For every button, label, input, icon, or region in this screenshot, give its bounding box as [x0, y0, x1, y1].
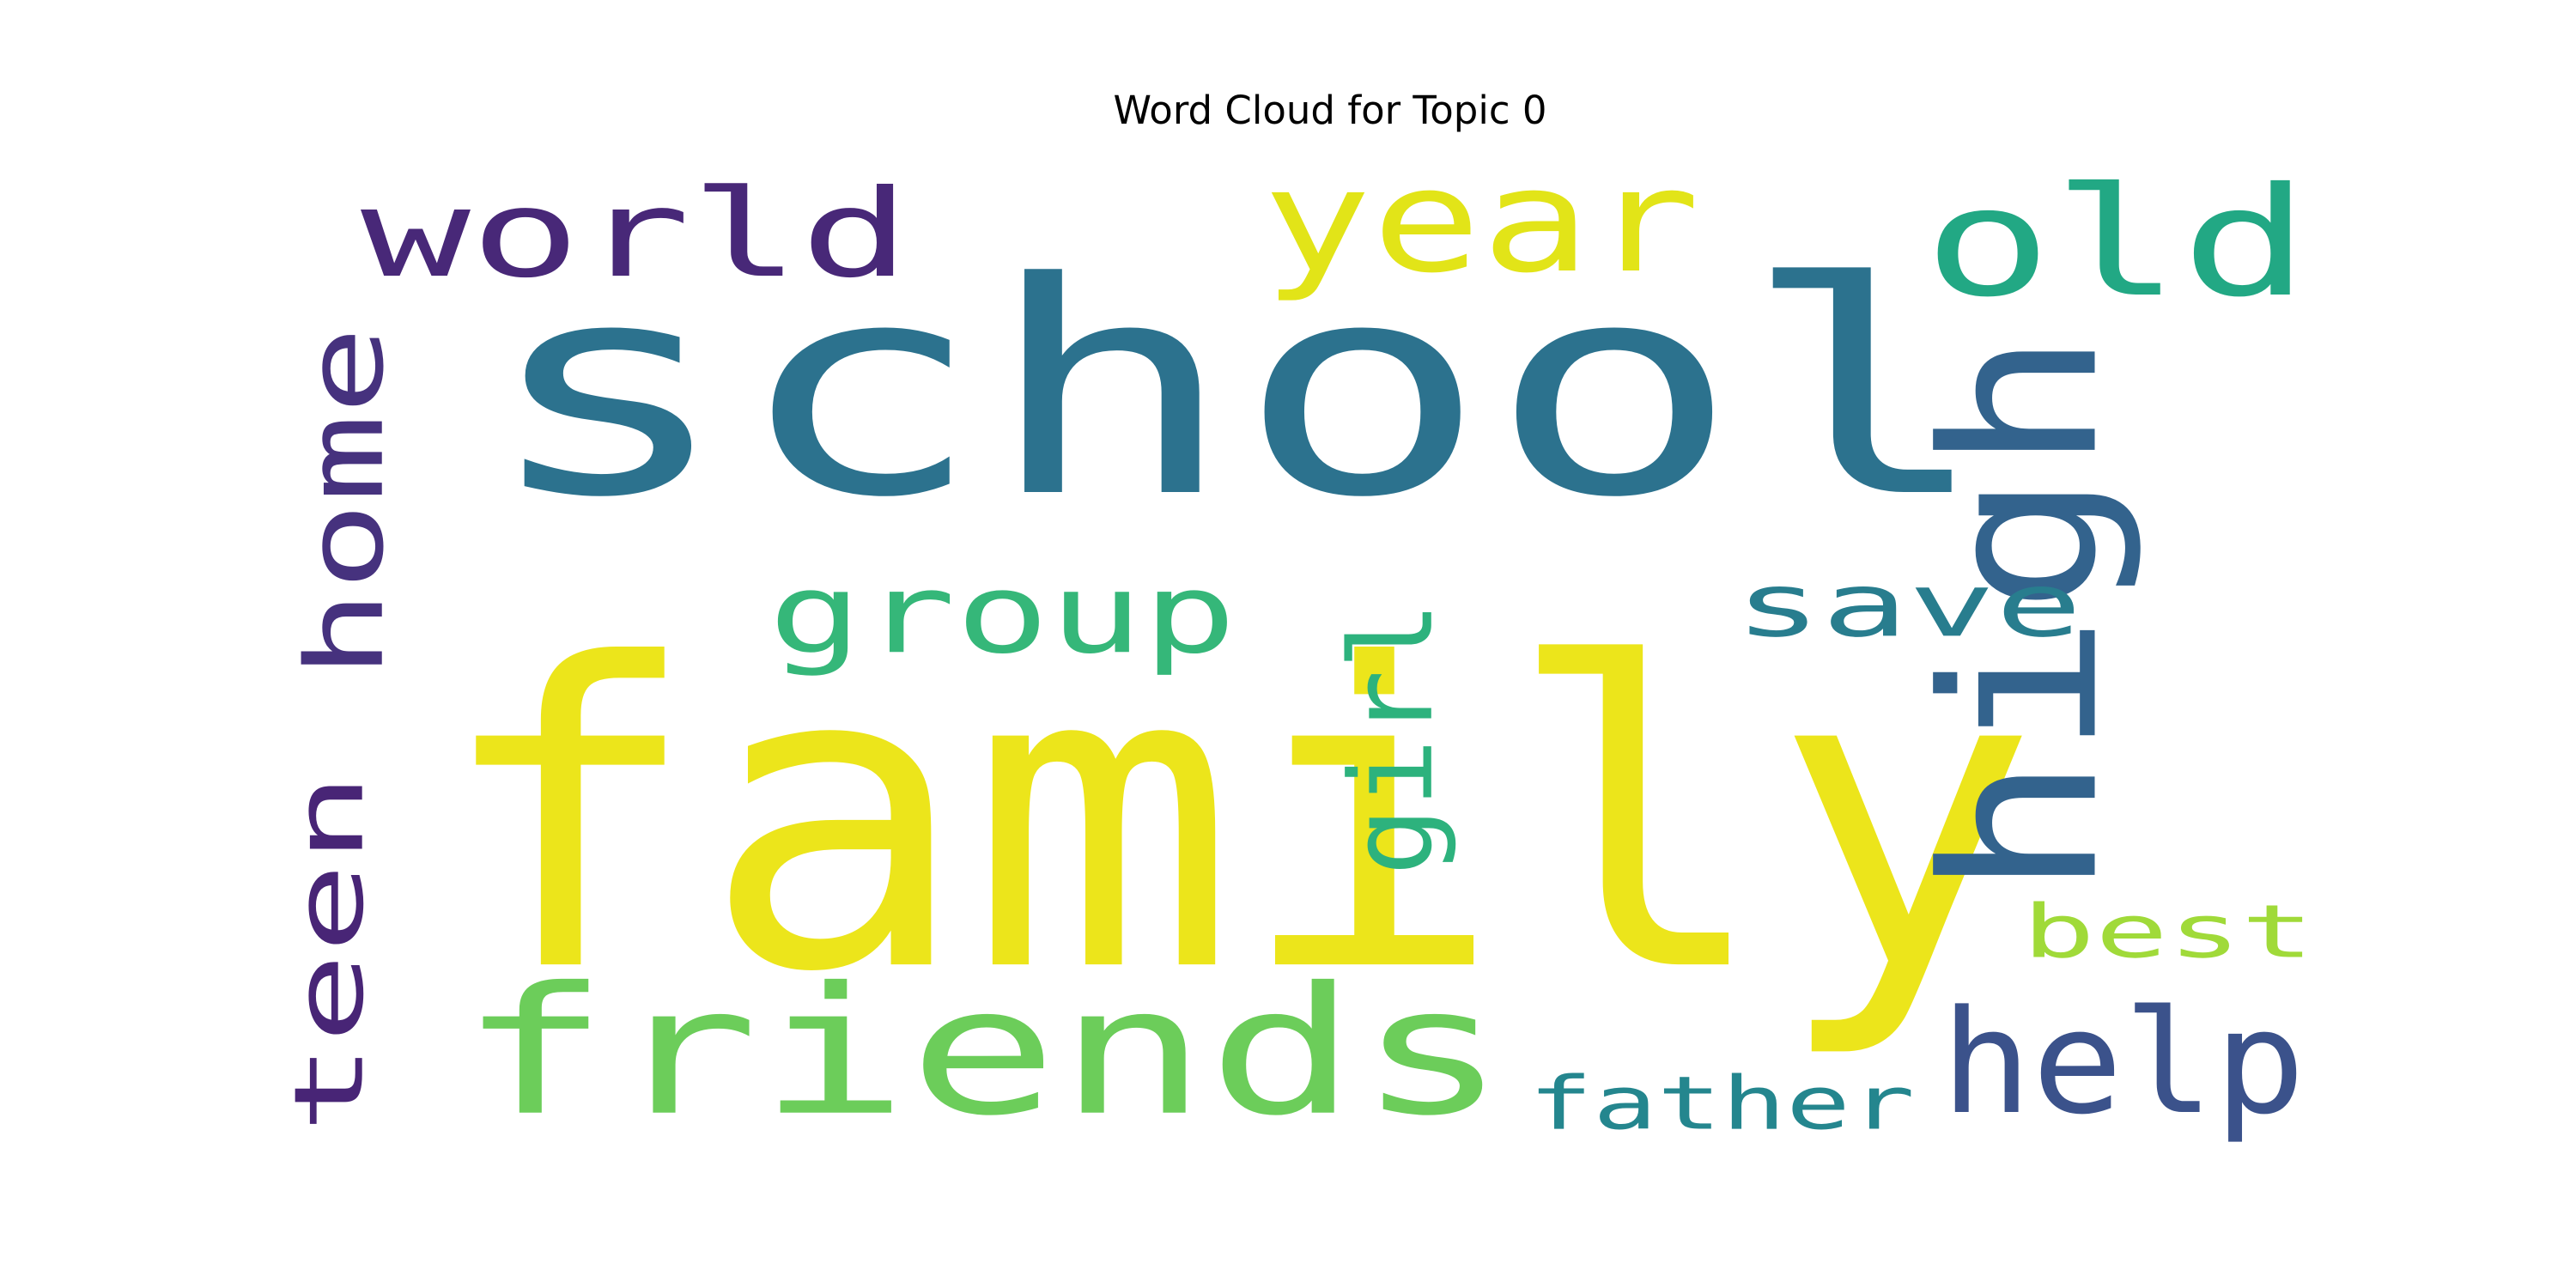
- word-group: group: [769, 550, 1236, 678]
- word-father: father: [1528, 1061, 1915, 1146]
- figure: Word Cloud for Topic 0 school family frien…: [0, 0, 2576, 1288]
- word-teen: teen: [274, 773, 385, 1133]
- word-home: home: [284, 326, 408, 678]
- word-old: old: [1923, 155, 2310, 330]
- word-save: save: [1735, 554, 2082, 656]
- word-best: best: [2022, 889, 2314, 975]
- word-year: year: [1262, 137, 1700, 304]
- word-friends: friends: [459, 950, 1507, 1155]
- word-help: help: [1941, 981, 2306, 1146]
- word-cloud: schoolfamilyfriendsworld year oldhighhome g…: [274, 137, 2314, 1155]
- word-world: world: [361, 164, 910, 305]
- word-girl: girl: [1327, 601, 1459, 876]
